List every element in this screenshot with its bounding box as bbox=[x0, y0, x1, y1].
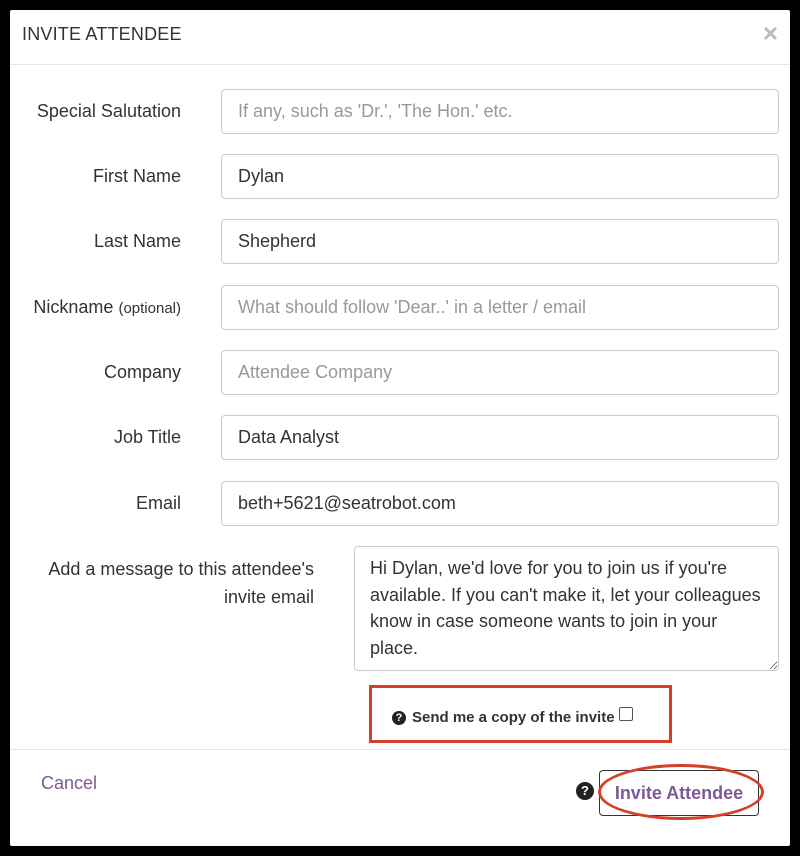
nickname-label: Nickname (optional) bbox=[33, 297, 181, 318]
salutation-row: Special Salutation bbox=[10, 89, 790, 135]
last-name-input[interactable] bbox=[221, 219, 779, 264]
invite-help-icon[interactable]: ? bbox=[576, 782, 594, 800]
footer-divider bbox=[10, 749, 790, 750]
first-name-input[interactable] bbox=[221, 154, 779, 199]
copy-invite-label: Send me a copy of the invite bbox=[412, 709, 615, 726]
copy-invite-highlight: ? Send me a copy of the invite bbox=[369, 685, 672, 743]
email-label: Email bbox=[135, 493, 181, 513]
email-input[interactable] bbox=[221, 481, 779, 526]
copy-invite-option: ? Send me a copy of the invite bbox=[392, 706, 633, 726]
last-name-row: Last Name bbox=[10, 219, 790, 265]
nickname-label-text: Nickname bbox=[33, 297, 114, 317]
nickname-row: Nickname (optional) bbox=[10, 285, 790, 331]
help-icon[interactable]: ? bbox=[392, 710, 406, 725]
cancel-button[interactable]: Cancel bbox=[41, 773, 97, 794]
first-name-label: First Name bbox=[92, 166, 181, 186]
message-label: Add a message to this attendee's invite … bbox=[48, 559, 314, 607]
close-icon[interactable]: × bbox=[763, 20, 778, 46]
salutation-label: Special Salutation bbox=[36, 101, 181, 121]
invite-attendee-button[interactable]: Invite Attendee bbox=[599, 770, 759, 816]
copy-invite-checkbox[interactable] bbox=[618, 706, 633, 721]
company-input[interactable] bbox=[221, 350, 779, 395]
company-row: Company bbox=[10, 350, 790, 396]
job-title-row: Job Title bbox=[10, 415, 790, 461]
job-title-label: Job Title bbox=[113, 427, 181, 447]
invite-attendee-dialog: INVITE ATTENDEE × Special Salutation Fir… bbox=[10, 10, 790, 846]
nickname-optional-hint: (optional) bbox=[118, 300, 181, 317]
job-title-input[interactable] bbox=[221, 415, 779, 460]
first-name-row: First Name bbox=[10, 154, 790, 200]
last-name-label: Last Name bbox=[93, 231, 181, 251]
salutation-input[interactable] bbox=[221, 89, 779, 134]
message-textarea[interactable]: Hi Dylan, we'd love for you to join us i… bbox=[354, 546, 779, 671]
company-label: Company bbox=[103, 362, 181, 382]
nickname-input[interactable] bbox=[221, 285, 779, 330]
dialog-title: INVITE ATTENDEE bbox=[22, 24, 182, 44]
email-row: Email bbox=[10, 481, 790, 527]
dialog-header: INVITE ATTENDEE × bbox=[10, 10, 790, 65]
